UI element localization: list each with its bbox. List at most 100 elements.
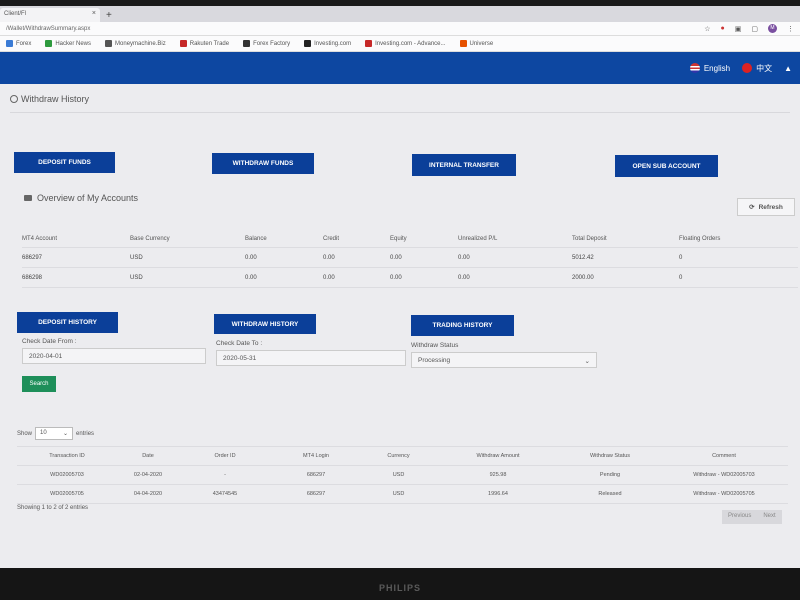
- column-header[interactable]: Credit: [323, 236, 390, 242]
- entries-select[interactable]: 10 ⌄: [35, 427, 74, 440]
- column-header[interactable]: Unrealized P/L: [458, 236, 572, 242]
- table-cell: 02-04-2020: [133, 472, 163, 478]
- table-cell: 04-04-2020: [133, 491, 163, 497]
- column-header[interactable]: Date: [117, 453, 179, 459]
- bookmark-favicon-icon: [45, 40, 53, 47]
- table-cell: Pending: [599, 472, 621, 478]
- showing-entries-text: Showing 1 to 2 of 2 entries: [17, 505, 89, 511]
- new-tab-icon[interactable]: +: [106, 10, 112, 21]
- date-to-label: Check Date To :: [216, 340, 263, 347]
- extension-icon[interactable]: ●: [721, 25, 725, 32]
- column-header[interactable]: Withdraw Amount: [436, 453, 560, 459]
- column-header[interactable]: MT4 Account: [22, 236, 130, 242]
- table-cell: WD02005705: [50, 491, 84, 497]
- table-cell: Withdraw - WD02005703: [660, 466, 788, 485]
- next-page-button[interactable]: Next: [757, 510, 782, 524]
- table-cell: USD: [130, 254, 143, 261]
- extension-icon-3[interactable]: ▢: [751, 25, 758, 33]
- deposit-funds-button[interactable]: DEPOSIT FUNDS: [14, 152, 115, 173]
- refresh-icon: ⟳: [749, 204, 755, 211]
- column-header[interactable]: Currency: [361, 453, 436, 459]
- search-button[interactable]: Search: [22, 376, 56, 392]
- selected-status: Processing: [418, 357, 451, 364]
- transactions-table: Transaction ID Date Order ID MT4 Login C…: [17, 446, 660, 504]
- column-header[interactable]: Floating Orders: [679, 236, 769, 242]
- column-header[interactable]: Base Currency: [130, 236, 245, 242]
- show-entries: Show 10 ⌄ entries: [17, 427, 94, 440]
- bookmark-item[interactable]: Moneymachine.Biz: [105, 40, 166, 47]
- open-sub-account-button[interactable]: OPEN SUB ACCOUNT: [615, 155, 718, 177]
- trading-history-button[interactable]: TRADING HISTORY: [411, 315, 514, 336]
- table-cell: 1996.64: [488, 491, 508, 497]
- bookmark-item[interactable]: Rakuten Trade: [179, 40, 229, 47]
- column-header[interactable]: Total Deposit: [572, 236, 679, 242]
- bookmark-favicon-icon: [179, 40, 187, 47]
- table-cell: WD02005703: [50, 472, 84, 478]
- table-cell: 686297: [22, 254, 43, 261]
- bookmark-favicon-icon: [365, 40, 373, 47]
- bookmark-item[interactable]: Forex: [6, 40, 31, 47]
- bookmark-item[interactable]: Investing.com: [304, 40, 351, 47]
- table-header-row: Transaction ID Date Order ID MT4 Login C…: [17, 446, 660, 466]
- date-to-input[interactable]: 2020-05-31: [216, 350, 406, 366]
- table-cell: USD: [392, 491, 405, 497]
- extension-icon-2[interactable]: ▣: [735, 25, 742, 33]
- previous-page-button[interactable]: Previous: [722, 510, 758, 524]
- bookmarks-bar: Forex Hacker News Moneymachine.Biz Rakut…: [0, 36, 800, 52]
- monitor-brand-logo: PHILIPS: [378, 583, 421, 593]
- column-header[interactable]: Equity: [390, 236, 458, 242]
- bookmark-item[interactable]: Universe: [459, 40, 493, 47]
- browser-tab[interactable]: Client/Fl ×: [0, 8, 100, 22]
- refresh-button[interactable]: ⟳ Refresh: [737, 198, 795, 216]
- overview-title: Overview of My Accounts: [24, 193, 138, 203]
- table-cell: 0.00: [245, 254, 257, 261]
- date-from-input[interactable]: 2020-04-01: [22, 348, 206, 364]
- table-cell: 0.00: [390, 254, 402, 261]
- briefcase-icon: [24, 195, 32, 201]
- url-text[interactable]: /Wallet/WithdrawSummary.aspx: [6, 26, 694, 32]
- table-cell: 0.00: [323, 254, 335, 261]
- menu-icon[interactable]: ⋮: [787, 25, 794, 33]
- table-cell: 0.00: [458, 274, 470, 281]
- bookmark-favicon-icon: [243, 40, 251, 47]
- language-chinese[interactable]: 中文: [742, 63, 772, 74]
- bookmark-favicon-icon: [459, 40, 467, 47]
- table-cell: 5012.42: [572, 254, 594, 261]
- bookmark-favicon-icon: [6, 40, 13, 47]
- browser-tabbar: Client/Fl × +: [0, 6, 800, 22]
- star-icon[interactable]: ☆: [704, 25, 710, 33]
- withdraw-status-select[interactable]: Processing ⌄: [411, 352, 597, 368]
- withdraw-status-label: Withdraw Status: [411, 342, 459, 349]
- table-cell: 925.98: [489, 472, 507, 478]
- column-header[interactable]: Withdraw Status: [560, 453, 660, 459]
- table-cell: Released: [598, 491, 622, 497]
- bookmark-item[interactable]: Investing.com - Advance...: [365, 40, 446, 47]
- column-header[interactable]: MT4 Login: [271, 453, 361, 459]
- clock-icon: [10, 95, 18, 103]
- column-header[interactable]: Transaction ID: [17, 453, 117, 459]
- table-header-row: MT4 Account Base Currency Balance Credit…: [22, 230, 798, 248]
- bookmark-item[interactable]: Forex Factory: [243, 40, 290, 47]
- column-header[interactable]: Balance: [245, 236, 323, 242]
- table-cell: USD: [130, 274, 143, 281]
- table-cell: 0: [679, 254, 683, 261]
- bookmark-item[interactable]: Hacker News: [45, 40, 91, 47]
- table-cell: 686297: [306, 491, 326, 497]
- profile-avatar[interactable]: M: [768, 24, 777, 33]
- internal-transfer-button[interactable]: INTERNAL TRANSFER: [412, 154, 516, 176]
- deposit-history-button[interactable]: DEPOSIT HISTORY: [17, 312, 118, 333]
- table-cell: 686298: [22, 274, 43, 281]
- chevron-down-icon: ⌄: [62, 431, 69, 437]
- column-header[interactable]: Comment: [660, 446, 788, 466]
- language-english[interactable]: English: [689, 63, 730, 73]
- close-tab-icon[interactable]: ×: [92, 10, 96, 17]
- withdraw-history-button[interactable]: WITHDRAW HISTORY: [214, 314, 316, 334]
- table-cell: 0.00: [390, 274, 402, 281]
- address-bar[interactable]: /Wallet/WithdrawSummary.aspx ☆ ● ▣ ▢ M ⋮: [0, 22, 800, 36]
- pagination: Previous Next: [722, 510, 782, 524]
- table-cell: Withdraw - WD02005705: [660, 485, 788, 504]
- withdraw-funds-button[interactable]: WITHDRAW FUNDS: [212, 153, 314, 174]
- chevron-down-icon: ⌄: [584, 358, 590, 365]
- user-menu-icon[interactable]: ▲: [784, 64, 792, 73]
- column-header[interactable]: Order ID: [179, 453, 271, 459]
